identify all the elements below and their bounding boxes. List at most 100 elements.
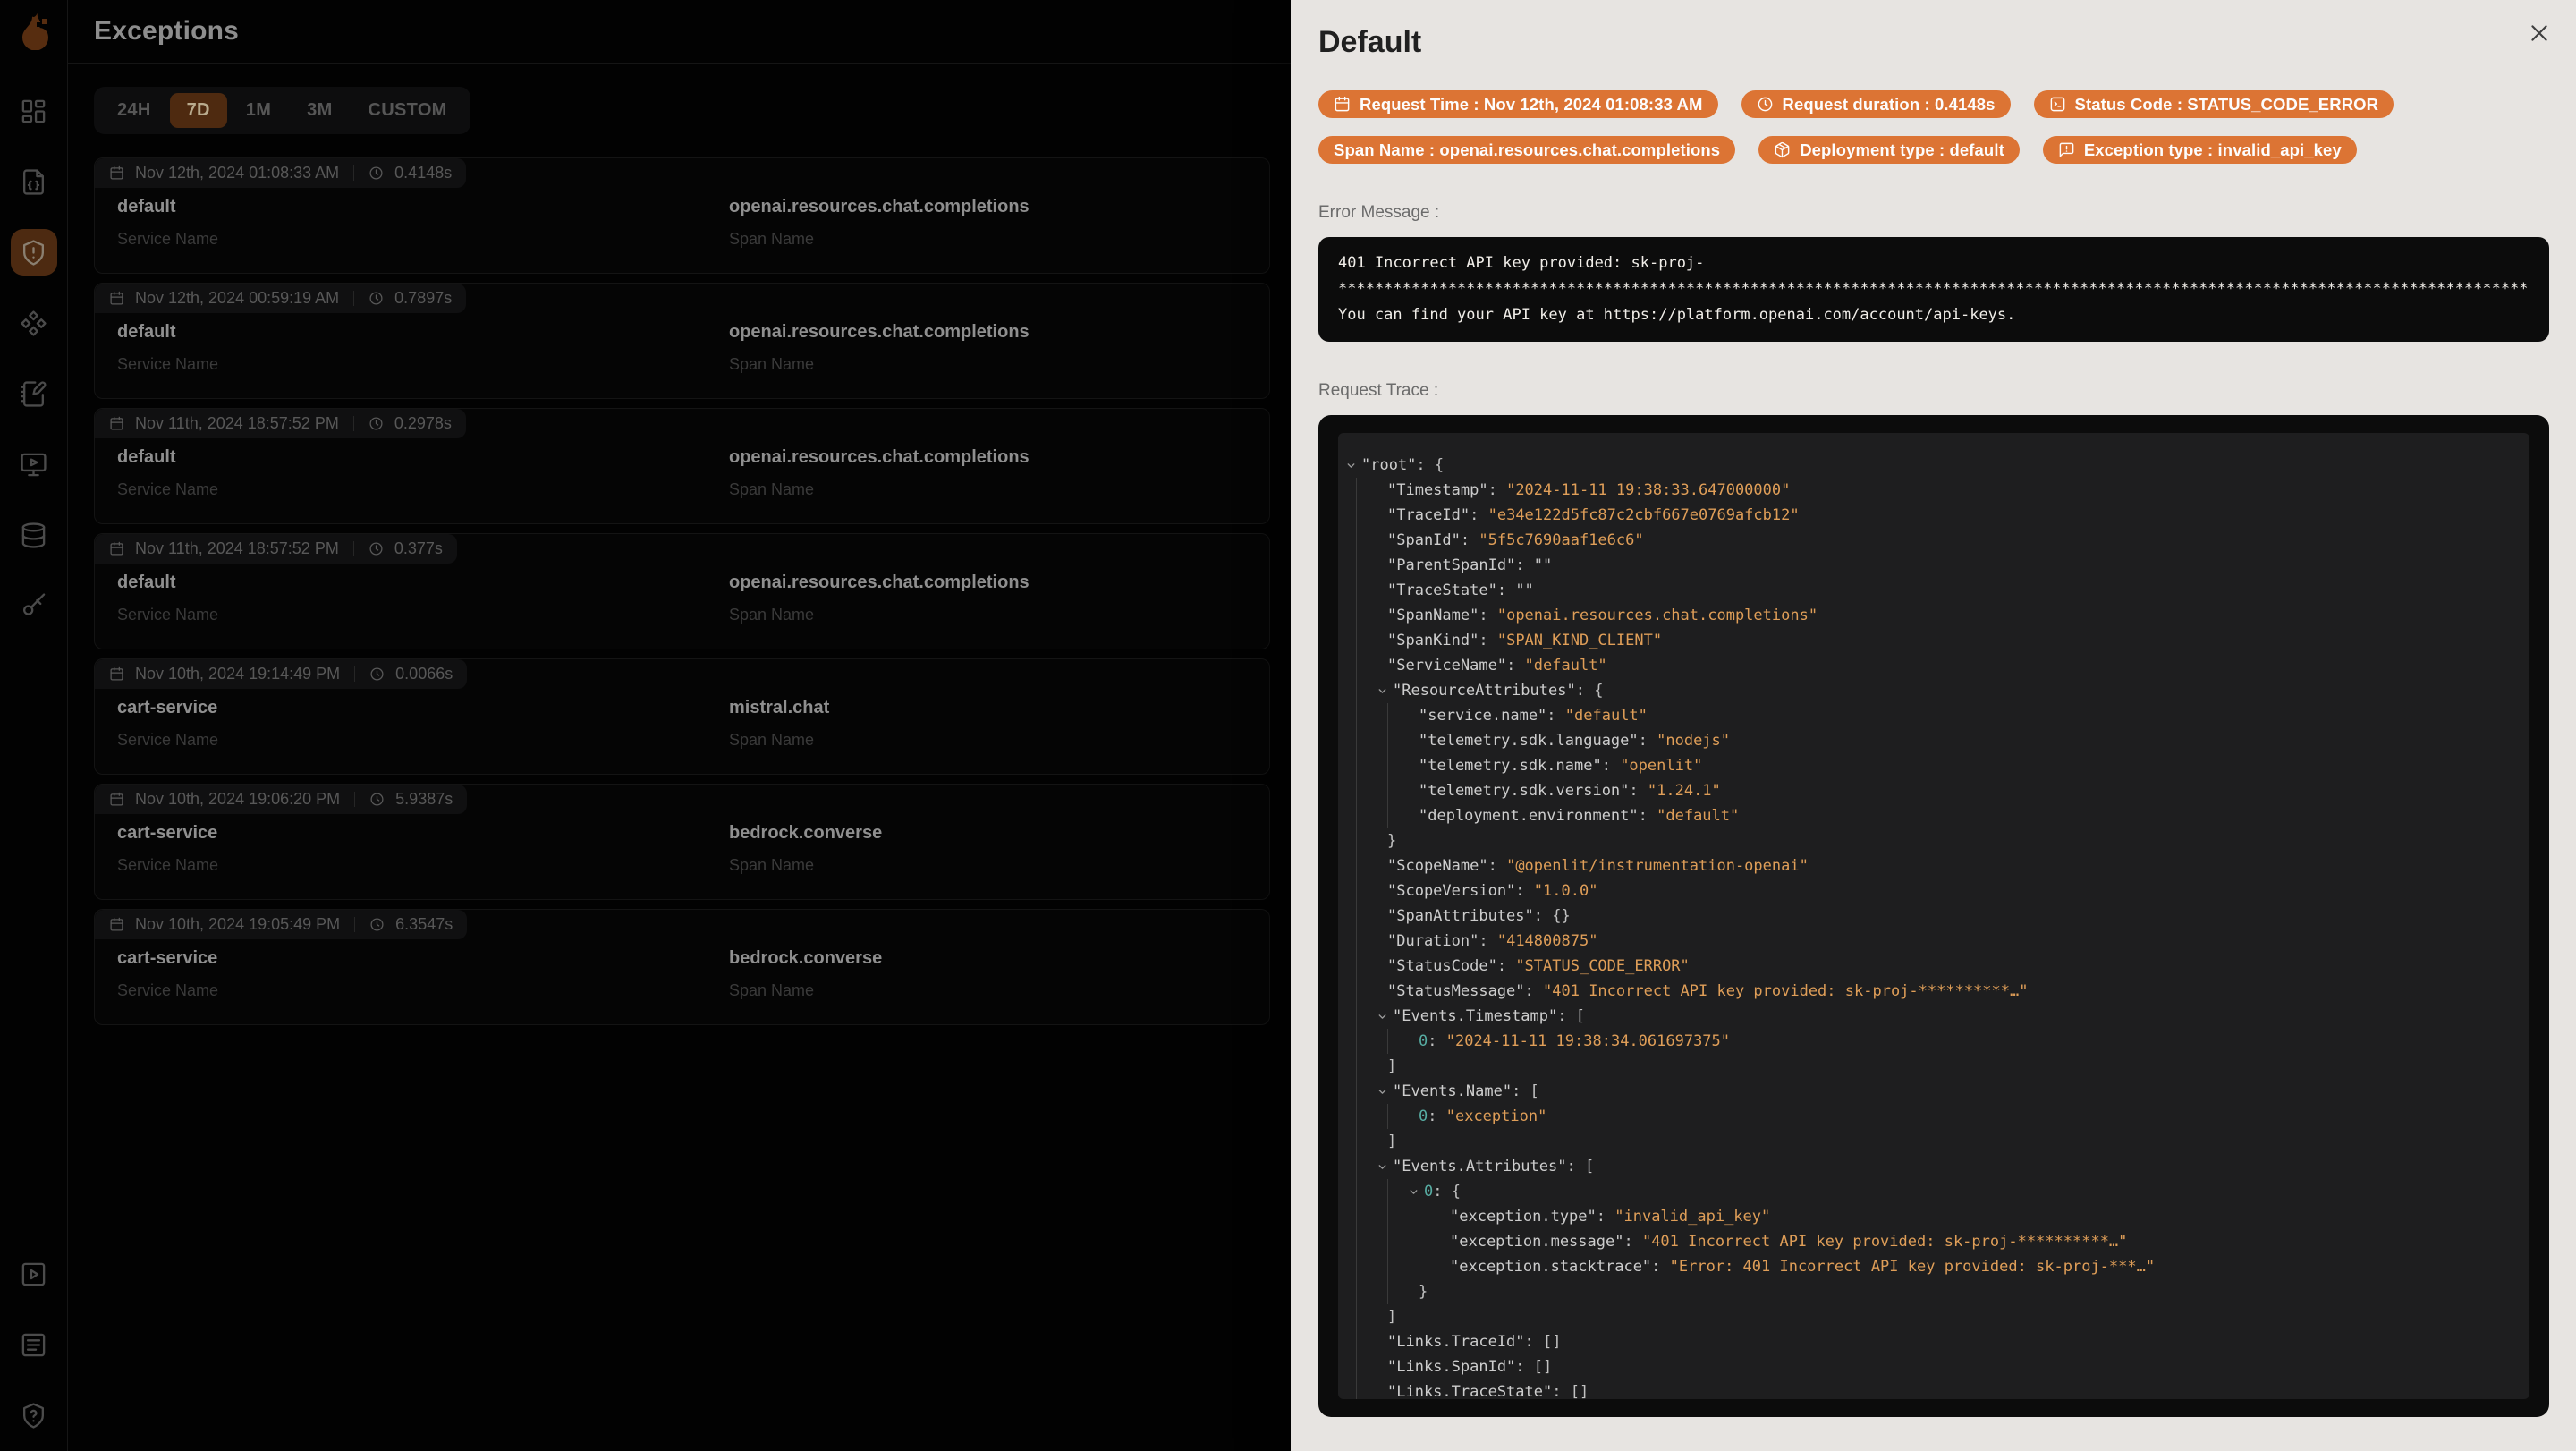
exception-list-item[interactable]: Nov 10th, 2024 19:05:49 PM6.3547scart-se… [94,909,1270,1025]
sidebar-item-support[interactable] [11,1392,57,1438]
tab-7d[interactable]: 7D [170,93,227,128]
clock-icon [369,165,384,181]
sidebar-item-getting-started[interactable] [11,1251,57,1297]
openlit-flame-icon[interactable] [14,9,54,52]
exception-list-item[interactable]: Nov 10th, 2024 19:06:20 PM5.9387scart-se… [94,784,1270,900]
chevron-down-icon[interactable] [1377,1154,1393,1179]
sidebar-item-integrations[interactable] [11,300,57,346]
indent-guide [1356,1329,1387,1354]
exception-duration: 0.7897s [394,289,452,308]
indent-guide [1387,1229,1419,1254]
trace-json-row: "Events.Attributes": [ [1356,1154,2521,1179]
exception-list-item[interactable]: Nov 11th, 2024 18:57:52 PM0.2978sdefault… [94,408,1270,524]
error-message-label: Error Message : [1318,203,2549,223]
exception-date-chip: Nov 12th, 2024 01:08:33 AM0.4148s [95,158,466,188]
trace-json-row: "Events.Timestamp": [ [1356,1004,2521,1029]
indent-guide [1356,1054,1387,1079]
exception-span: bedrock.converseSpan Name [729,823,1269,875]
indent-guide [1356,1279,1387,1304]
tab-1m[interactable]: 1M [229,93,288,128]
indent-guide [1356,954,1387,979]
error-message-line: 401 Incorrect API key provided: sk-proj- [1338,250,2529,276]
indent-guide [1387,703,1419,728]
trace-json-text: "StatusMessage": "401 Incorrect API key … [1387,979,2028,1004]
sidebar-item-prompts[interactable] [11,370,57,417]
tab-custom[interactable]: CUSTOM [352,93,464,128]
indent-guide [1387,803,1419,828]
trace-json-row: "telemetry.sdk.version": "1.24.1" [1356,778,2521,803]
calendar-icon [109,792,124,807]
exception-span-value: bedrock.converse [729,948,1269,969]
indent-guide [1356,528,1387,553]
exception-list-item[interactable]: Nov 10th, 2024 19:14:49 PM0.0066scart-se… [94,658,1270,775]
sidebar-item-api-keys[interactable] [11,582,57,629]
chip-divider [353,541,354,556]
trace-json-row: "StatusMessage": "401 Incorrect API key … [1356,979,2521,1004]
exception-span: openai.resources.chat.completionsSpan Na… [729,573,1269,624]
panel-title: Default [1318,25,2549,60]
indent-guide [1356,1304,1387,1329]
tab-3m[interactable]: 3M [290,93,349,128]
trace-json-text: "ServiceName": "default" [1387,653,1607,678]
calendar-icon [109,666,124,682]
trace-json-row: "Links.TraceId": [] [1356,1329,2521,1354]
sidebar-item-docs[interactable] [11,1321,57,1368]
exception-service-label: Service Name [117,355,729,374]
tab-24h[interactable]: 24H [100,93,168,128]
file-json-icon [20,168,47,196]
sidebar-item-database[interactable] [11,512,57,558]
exception-span-value: bedrock.converse [729,823,1269,844]
badge-row-2: Span Name : openai.resources.chat.comple… [1318,136,2549,164]
sidebar-item-dashboard[interactable] [11,88,57,134]
exception-service-label: Service Name [117,230,729,249]
chevron-down-icon[interactable] [1377,678,1393,703]
request-trace-label: Request Trace : [1318,381,2549,401]
calendar-icon [109,165,124,181]
chevron-down-icon[interactable] [1345,453,1361,478]
trace-json-row: 0: "exception" [1356,1104,2521,1129]
exception-service-value: default [117,322,729,343]
sidebar-item-requests[interactable] [11,158,57,205]
exception-span-label: Span Name [729,731,1269,750]
calendar-icon [1334,96,1351,113]
indent-guide [1356,478,1387,503]
chevron-down-icon[interactable] [1377,1079,1393,1104]
detail-badge: Exception type : invalid_api_key [2043,136,2357,164]
trace-json-row: "telemetry.sdk.name": "openlit" [1356,753,2521,778]
sidebar-item-exceptions[interactable] [11,229,57,276]
trace-json-row: "Events.Name": [ [1356,1079,2521,1104]
indent-guide [1356,703,1387,728]
chevron-down-icon[interactable] [1377,1004,1393,1029]
trace-json-row: "SpanKind": "SPAN_KIND_CLIENT" [1356,628,2521,653]
trace-json-row: "Links.SpanId": [] [1356,1354,2521,1379]
exception-list-item[interactable]: Nov 12th, 2024 01:08:33 AM0.4148sdefault… [94,157,1270,274]
trace-json-text: "TraceId": "e34e122d5fc87c2cbf667e0769af… [1387,503,1800,528]
indent-guide [1356,753,1387,778]
indent-guide [1356,1204,1387,1229]
exception-list-item[interactable]: Nov 12th, 2024 00:59:19 AM0.7897sdefault… [94,283,1270,399]
notebook-pen-icon [20,380,47,408]
exception-service-value: cart-service [117,948,729,969]
exception-span-label: Span Name [729,606,1269,624]
chevron-down-icon[interactable] [1408,1179,1424,1204]
trace-json-text: "Links.TraceState": [] [1387,1379,1589,1399]
trace-json-row: "service.name": "default" [1356,703,2521,728]
trace-json-text: "exception.stacktrace": "Error: 401 Inco… [1450,1254,2155,1279]
exception-date: Nov 10th, 2024 19:14:49 PM [135,665,340,683]
sidebar-item-playground[interactable] [11,441,57,488]
database-icon [20,522,47,549]
indent-guide [1387,778,1419,803]
clock-icon [369,416,384,431]
trace-json-row: "Timestamp": "2024-11-11 19:38:33.647000… [1356,478,2521,503]
badge-row-1: Request Time : Nov 12th, 2024 01:08:33 A… [1318,90,2549,118]
monitor-play-icon [20,451,47,479]
calendar-icon [109,416,124,431]
exception-list-item[interactable]: Nov 11th, 2024 18:57:52 PM0.377sdefaultS… [94,533,1270,649]
indent-guide [1356,929,1387,954]
trace-json-text: "Links.SpanId": [] [1387,1354,1552,1379]
exception-span-label: Span Name [729,981,1269,1000]
exception-span: openai.resources.chat.completionsSpan Na… [729,197,1269,249]
exception-service-label: Service Name [117,606,729,624]
exception-duration: 5.9387s [395,790,453,809]
close-icon[interactable] [2526,20,2553,47]
